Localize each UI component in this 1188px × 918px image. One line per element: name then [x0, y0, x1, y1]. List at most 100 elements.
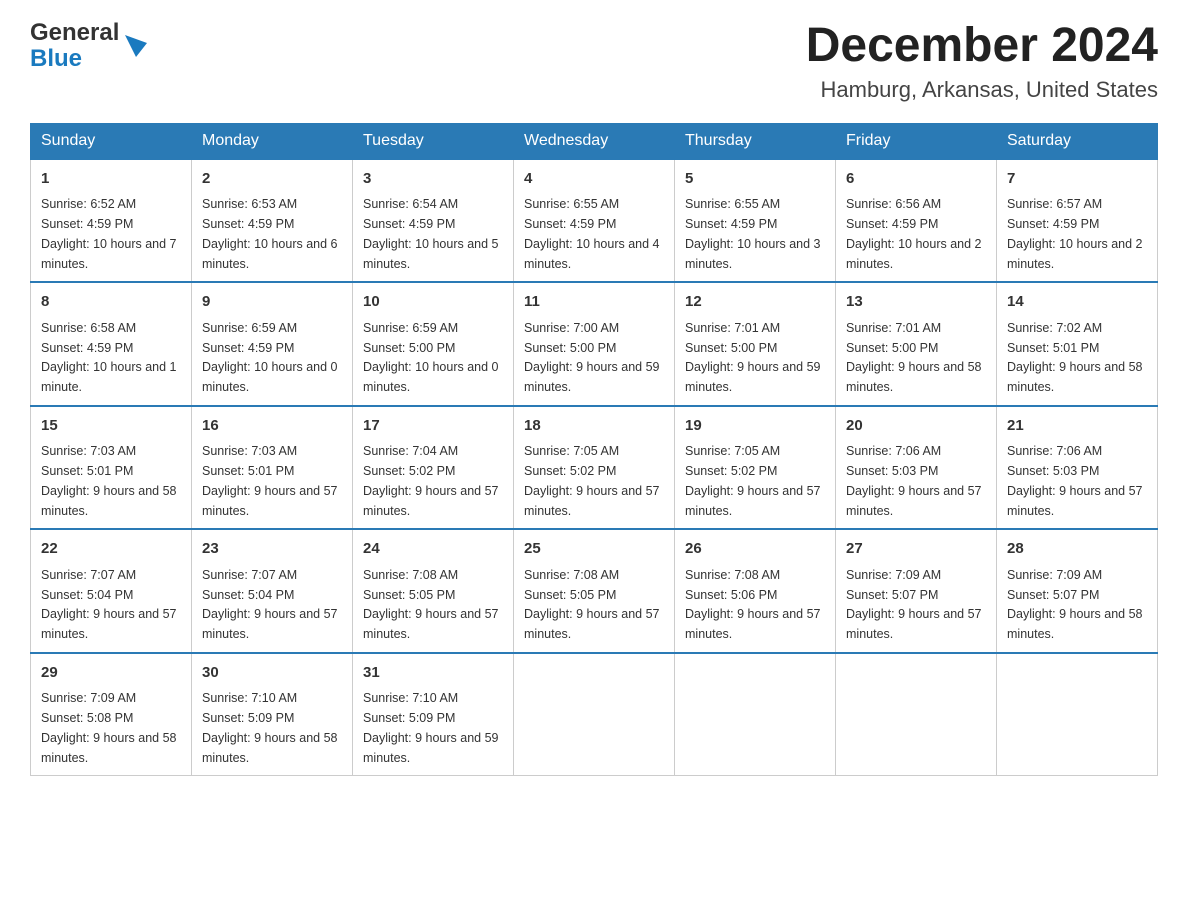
day-number: 22: [41, 538, 181, 561]
day-number: 7: [1007, 168, 1147, 191]
day-cell-26: 26 Sunrise: 7:08 AMSunset: 5:06 PMDaylig…: [675, 529, 836, 653]
day-number: 24: [363, 538, 503, 561]
day-info: Sunrise: 7:09 AMSunset: 5:07 PMDaylight:…: [1007, 568, 1143, 641]
day-info: Sunrise: 6:56 AMSunset: 4:59 PMDaylight:…: [846, 197, 982, 270]
day-info: Sunrise: 7:05 AMSunset: 5:02 PMDaylight:…: [685, 444, 821, 517]
week-row-3: 15 Sunrise: 7:03 AMSunset: 5:01 PMDaylig…: [31, 406, 1158, 530]
day-cell-14: 14 Sunrise: 7:02 AMSunset: 5:01 PMDaylig…: [997, 282, 1158, 406]
day-cell-5: 5 Sunrise: 6:55 AMSunset: 4:59 PMDayligh…: [675, 159, 836, 283]
day-number: 14: [1007, 291, 1147, 314]
empty-cell: [997, 653, 1158, 776]
day-cell-25: 25 Sunrise: 7:08 AMSunset: 5:05 PMDaylig…: [514, 529, 675, 653]
day-info: Sunrise: 7:07 AMSunset: 5:04 PMDaylight:…: [202, 568, 338, 641]
day-cell-7: 7 Sunrise: 6:57 AMSunset: 4:59 PMDayligh…: [997, 159, 1158, 283]
day-number: 26: [685, 538, 825, 561]
day-number: 11: [524, 291, 664, 314]
day-info: Sunrise: 6:54 AMSunset: 4:59 PMDaylight:…: [363, 197, 499, 270]
day-number: 29: [41, 662, 181, 685]
day-info: Sunrise: 7:05 AMSunset: 5:02 PMDaylight:…: [524, 444, 660, 517]
empty-cell: [675, 653, 836, 776]
day-number: 3: [363, 168, 503, 191]
day-cell-31: 31 Sunrise: 7:10 AMSunset: 5:09 PMDaylig…: [353, 653, 514, 776]
day-cell-24: 24 Sunrise: 7:08 AMSunset: 5:05 PMDaylig…: [353, 529, 514, 653]
header-wednesday: Wednesday: [514, 123, 675, 159]
day-number: 15: [41, 415, 181, 438]
day-cell-28: 28 Sunrise: 7:09 AMSunset: 5:07 PMDaylig…: [997, 529, 1158, 653]
day-info: Sunrise: 6:58 AMSunset: 4:59 PMDaylight:…: [41, 321, 177, 394]
day-number: 1: [41, 168, 181, 191]
day-number: 23: [202, 538, 342, 561]
month-year-title: December 2024: [806, 20, 1158, 73]
day-info: Sunrise: 7:10 AMSunset: 5:09 PMDaylight:…: [363, 691, 499, 764]
calendar-header-row: SundayMondayTuesdayWednesdayThursdayFrid…: [31, 123, 1158, 159]
day-cell-3: 3 Sunrise: 6:54 AMSunset: 4:59 PMDayligh…: [353, 159, 514, 283]
day-info: Sunrise: 7:04 AMSunset: 5:02 PMDaylight:…: [363, 444, 499, 517]
day-cell-6: 6 Sunrise: 6:56 AMSunset: 4:59 PMDayligh…: [836, 159, 997, 283]
day-info: Sunrise: 7:06 AMSunset: 5:03 PMDaylight:…: [846, 444, 982, 517]
day-number: 5: [685, 168, 825, 191]
day-info: Sunrise: 7:03 AMSunset: 5:01 PMDaylight:…: [41, 444, 177, 517]
week-row-5: 29 Sunrise: 7:09 AMSunset: 5:08 PMDaylig…: [31, 653, 1158, 776]
day-info: Sunrise: 7:02 AMSunset: 5:01 PMDaylight:…: [1007, 321, 1143, 394]
day-cell-11: 11 Sunrise: 7:00 AMSunset: 5:00 PMDaylig…: [514, 282, 675, 406]
week-row-1: 1 Sunrise: 6:52 AMSunset: 4:59 PMDayligh…: [31, 159, 1158, 283]
day-cell-8: 8 Sunrise: 6:58 AMSunset: 4:59 PMDayligh…: [31, 282, 192, 406]
day-number: 12: [685, 291, 825, 314]
header-saturday: Saturday: [997, 123, 1158, 159]
day-info: Sunrise: 7:09 AMSunset: 5:08 PMDaylight:…: [41, 691, 177, 764]
day-info: Sunrise: 6:55 AMSunset: 4:59 PMDaylight:…: [685, 197, 821, 270]
day-number: 19: [685, 415, 825, 438]
day-number: 16: [202, 415, 342, 438]
day-number: 4: [524, 168, 664, 191]
day-cell-13: 13 Sunrise: 7:01 AMSunset: 5:00 PMDaylig…: [836, 282, 997, 406]
header-tuesday: Tuesday: [353, 123, 514, 159]
day-cell-12: 12 Sunrise: 7:01 AMSunset: 5:00 PMDaylig…: [675, 282, 836, 406]
day-info: Sunrise: 7:10 AMSunset: 5:09 PMDaylight:…: [202, 691, 338, 764]
day-info: Sunrise: 7:01 AMSunset: 5:00 PMDaylight:…: [846, 321, 982, 394]
day-number: 13: [846, 291, 986, 314]
day-info: Sunrise: 7:08 AMSunset: 5:05 PMDaylight:…: [363, 568, 499, 641]
day-info: Sunrise: 7:01 AMSunset: 5:00 PMDaylight:…: [685, 321, 821, 394]
day-number: 18: [524, 415, 664, 438]
day-number: 21: [1007, 415, 1147, 438]
day-cell-19: 19 Sunrise: 7:05 AMSunset: 5:02 PMDaylig…: [675, 406, 836, 530]
day-number: 20: [846, 415, 986, 438]
day-number: 6: [846, 168, 986, 191]
day-info: Sunrise: 7:08 AMSunset: 5:06 PMDaylight:…: [685, 568, 821, 641]
header-friday: Friday: [836, 123, 997, 159]
day-info: Sunrise: 6:59 AMSunset: 5:00 PMDaylight:…: [363, 321, 499, 394]
header-monday: Monday: [192, 123, 353, 159]
day-info: Sunrise: 6:52 AMSunset: 4:59 PMDaylight:…: [41, 197, 177, 270]
day-cell-27: 27 Sunrise: 7:09 AMSunset: 5:07 PMDaylig…: [836, 529, 997, 653]
day-number: 31: [363, 662, 503, 685]
header-thursday: Thursday: [675, 123, 836, 159]
day-number: 8: [41, 291, 181, 314]
empty-cell: [836, 653, 997, 776]
day-info: Sunrise: 6:59 AMSunset: 4:59 PMDaylight:…: [202, 321, 338, 394]
day-cell-15: 15 Sunrise: 7:03 AMSunset: 5:01 PMDaylig…: [31, 406, 192, 530]
day-info: Sunrise: 6:53 AMSunset: 4:59 PMDaylight:…: [202, 197, 338, 270]
day-number: 28: [1007, 538, 1147, 561]
day-cell-20: 20 Sunrise: 7:06 AMSunset: 5:03 PMDaylig…: [836, 406, 997, 530]
day-info: Sunrise: 7:00 AMSunset: 5:00 PMDaylight:…: [524, 321, 660, 394]
day-info: Sunrise: 7:09 AMSunset: 5:07 PMDaylight:…: [846, 568, 982, 641]
day-cell-23: 23 Sunrise: 7:07 AMSunset: 5:04 PMDaylig…: [192, 529, 353, 653]
day-cell-29: 29 Sunrise: 7:09 AMSunset: 5:08 PMDaylig…: [31, 653, 192, 776]
title-section: December 2024 Hamburg, Arkansas, United …: [806, 20, 1158, 103]
day-number: 2: [202, 168, 342, 191]
day-info: Sunrise: 7:08 AMSunset: 5:05 PMDaylight:…: [524, 568, 660, 641]
logo-blue-text: Blue: [30, 46, 119, 72]
empty-cell: [514, 653, 675, 776]
day-info: Sunrise: 7:03 AMSunset: 5:01 PMDaylight:…: [202, 444, 338, 517]
day-number: 10: [363, 291, 503, 314]
day-number: 25: [524, 538, 664, 561]
day-info: Sunrise: 6:55 AMSunset: 4:59 PMDaylight:…: [524, 197, 660, 270]
day-number: 27: [846, 538, 986, 561]
calendar-table: SundayMondayTuesdayWednesdayThursdayFrid…: [30, 123, 1158, 777]
day-cell-21: 21 Sunrise: 7:06 AMSunset: 5:03 PMDaylig…: [997, 406, 1158, 530]
day-cell-2: 2 Sunrise: 6:53 AMSunset: 4:59 PMDayligh…: [192, 159, 353, 283]
day-cell-18: 18 Sunrise: 7:05 AMSunset: 5:02 PMDaylig…: [514, 406, 675, 530]
day-cell-4: 4 Sunrise: 6:55 AMSunset: 4:59 PMDayligh…: [514, 159, 675, 283]
header-sunday: Sunday: [31, 123, 192, 159]
day-info: Sunrise: 7:07 AMSunset: 5:04 PMDaylight:…: [41, 568, 177, 641]
